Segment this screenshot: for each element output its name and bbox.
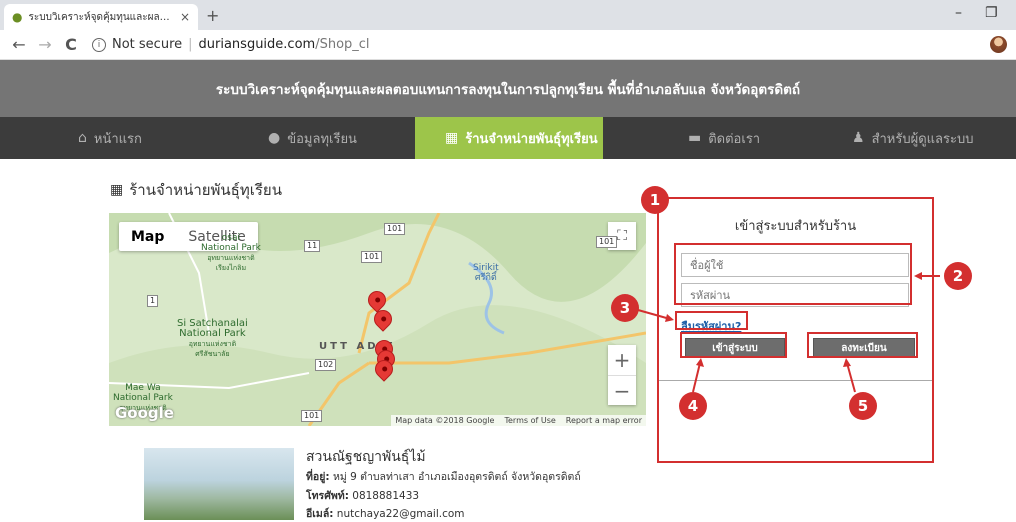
- annotation-arrows: [637, 272, 940, 393]
- annotation-badge: 1: [641, 186, 669, 214]
- annotation-badge: 5: [849, 392, 877, 420]
- annotation-badge: 2: [944, 262, 972, 290]
- annotation-badge: 3: [611, 294, 639, 322]
- annotation-badge: 4: [679, 392, 707, 420]
